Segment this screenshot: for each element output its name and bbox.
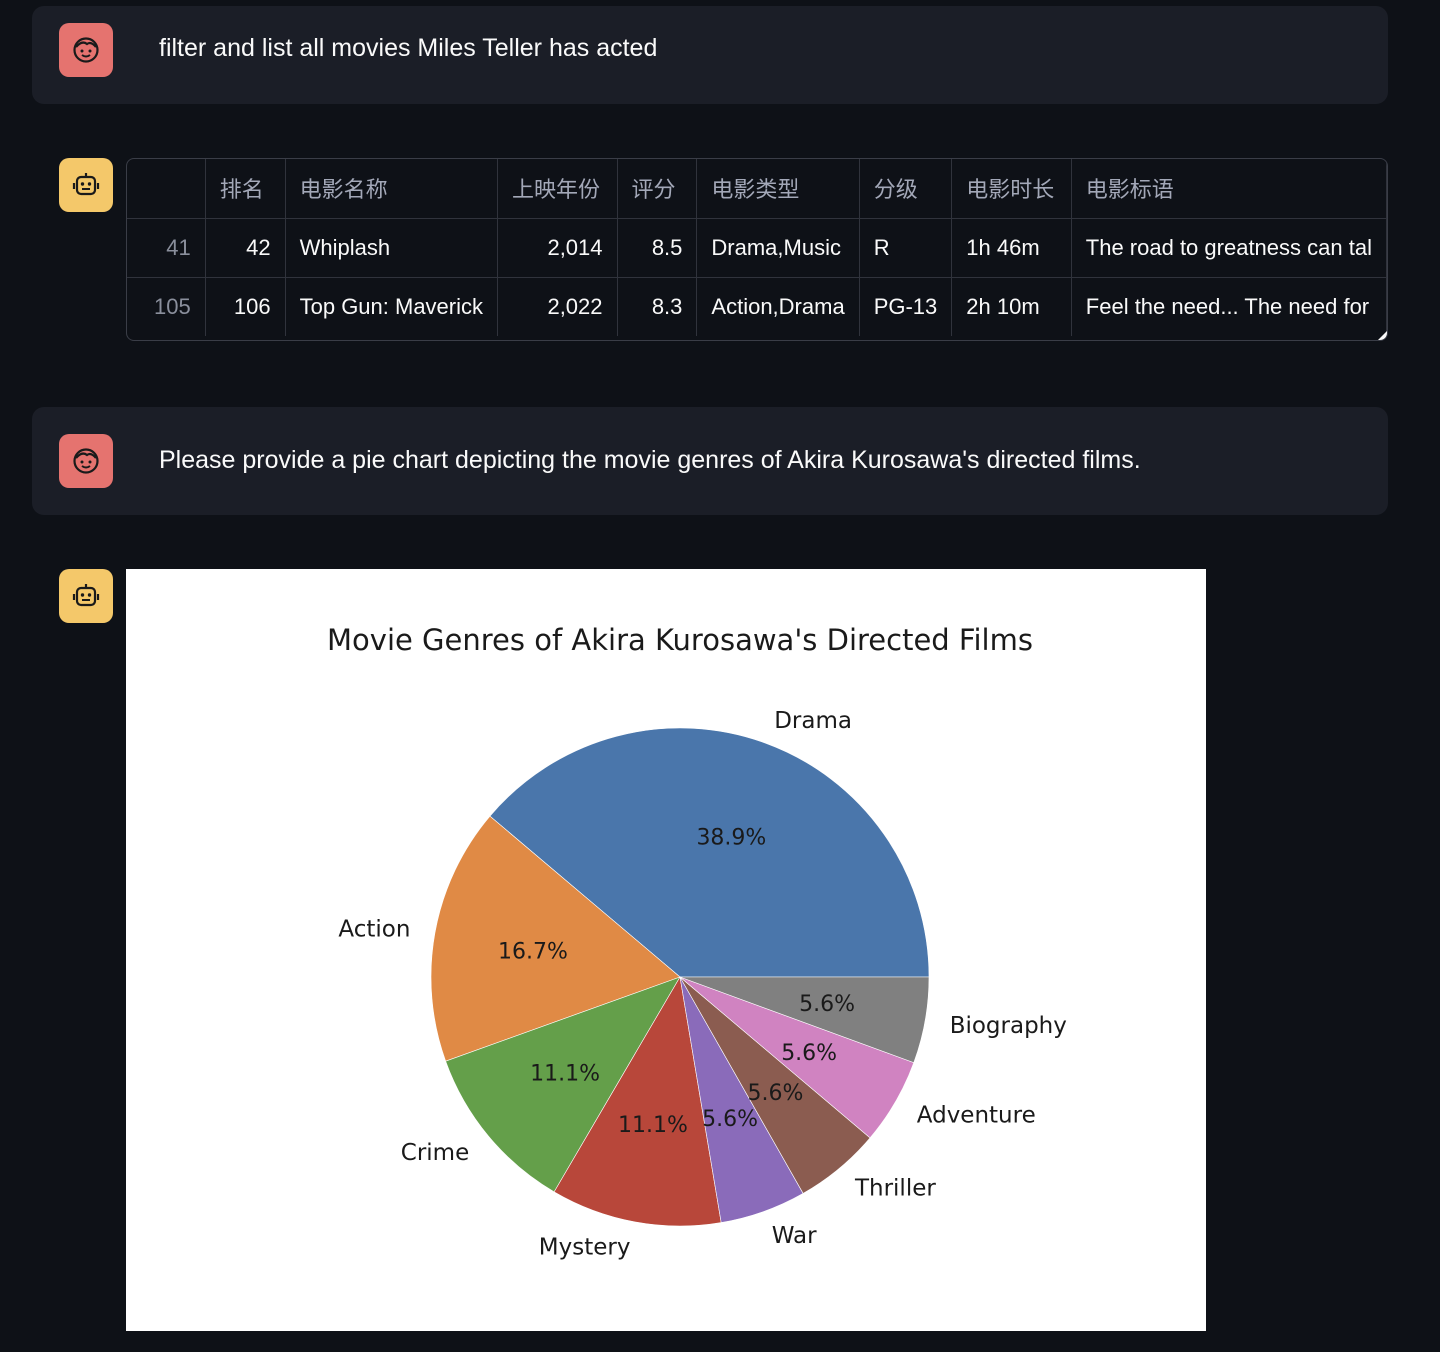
table-cell[interactable]: The road to greatness can tal [1071,218,1387,278]
pie-category-label: Adventure [917,1103,1036,1129]
pie-category-label: War [772,1223,817,1249]
column-header[interactable]: 评分 [617,159,698,219]
table-cell[interactable]: 2,022 [497,277,618,336]
pie-percent-label: 16.7% [498,939,568,964]
column-header[interactable]: 分级 [859,159,953,219]
table-resize-handle[interactable] [1378,331,1387,340]
table-cell[interactable]: R [859,218,953,278]
pie-category-label: Action [338,916,410,942]
pie-chart-image: Movie Genres of Akira Kurosawa's Directe… [126,569,1206,1331]
column-header[interactable]: 电影时长 [951,159,1072,219]
table-cell[interactable]: 106 [205,277,286,336]
user-message-1: filter and list all movies Miles Teller … [32,6,1388,104]
column-header[interactable]: 电影类型 [696,159,860,219]
row-index[interactable]: 105 [127,277,206,336]
table-cell[interactable]: 2h 10m [951,277,1072,336]
column-header[interactable]: 电影名称 [285,159,499,219]
user-message-2: Please provide a pie chart depicting the… [32,407,1388,515]
table-header-row: 排名 电影名称 上映年份 评分 电影类型 分级 电影时长 电影标语 [127,159,1387,219]
user-message-text: Please provide a pie chart depicting the… [159,446,1141,474]
column-header[interactable] [127,159,206,219]
column-header[interactable]: 排名 [205,159,286,219]
table-cell[interactable]: Drama,Music [696,218,860,278]
table-cell[interactable]: Feel the need... The need for [1071,277,1387,336]
table-cell[interactable]: PG-13 [859,277,953,336]
user-message-text: filter and list all movies Miles Teller … [159,34,658,62]
table-cell[interactable]: 2,014 [497,218,618,278]
table-cell[interactable]: 42 [205,218,286,278]
robot-icon [59,158,113,212]
pie-percent-label: 38.9% [696,826,766,851]
table-cell[interactable]: Whiplash [285,218,499,278]
pie-percent-label: 11.1% [618,1113,688,1138]
table-cell[interactable]: 8.3 [617,277,698,336]
pie-category-label: Mystery [539,1234,631,1260]
user-face-icon [59,23,113,77]
robot-icon [59,569,113,623]
table-cell[interactable]: Action,Drama [696,277,860,336]
table-row: 105 106 Top Gun: Maverick 2,022 8.3 Acti… [127,277,1387,336]
table-row: 41 42 Whiplash 2,014 8.5 Drama,Music R 1… [127,218,1387,278]
chart-title: Movie Genres of Akira Kurosawa's Directe… [327,623,1033,657]
row-index[interactable]: 41 [127,218,206,278]
pie-percent-label: 5.6% [747,1081,803,1106]
dataframe-table[interactable]: 排名 电影名称 上映年份 评分 电影类型 分级 电影时长 电影标语 41 42 … [126,158,1388,341]
pie-percent-label: 5.6% [781,1041,837,1066]
table-cell[interactable]: Top Gun: Maverick [285,277,499,336]
pie-percent-label: 11.1% [530,1061,600,1086]
column-header[interactable]: 电影标语 [1071,159,1387,219]
table-cell[interactable]: 8.5 [617,218,698,278]
column-header[interactable]: 上映年份 [497,159,618,219]
pie-category-label: Thriller [854,1176,936,1202]
pie-category-label: Biography [950,1013,1067,1039]
table-cell[interactable]: 1h 46m [951,218,1072,278]
pie-percent-label: 5.6% [702,1107,758,1132]
pie-category-label: Crime [401,1140,469,1166]
pie-percent-label: 5.6% [799,992,855,1017]
pie-category-label: Drama [774,708,852,734]
user-face-icon [59,434,113,488]
pie-chart: Movie Genres of Akira Kurosawa's Directe… [327,623,1067,1260]
